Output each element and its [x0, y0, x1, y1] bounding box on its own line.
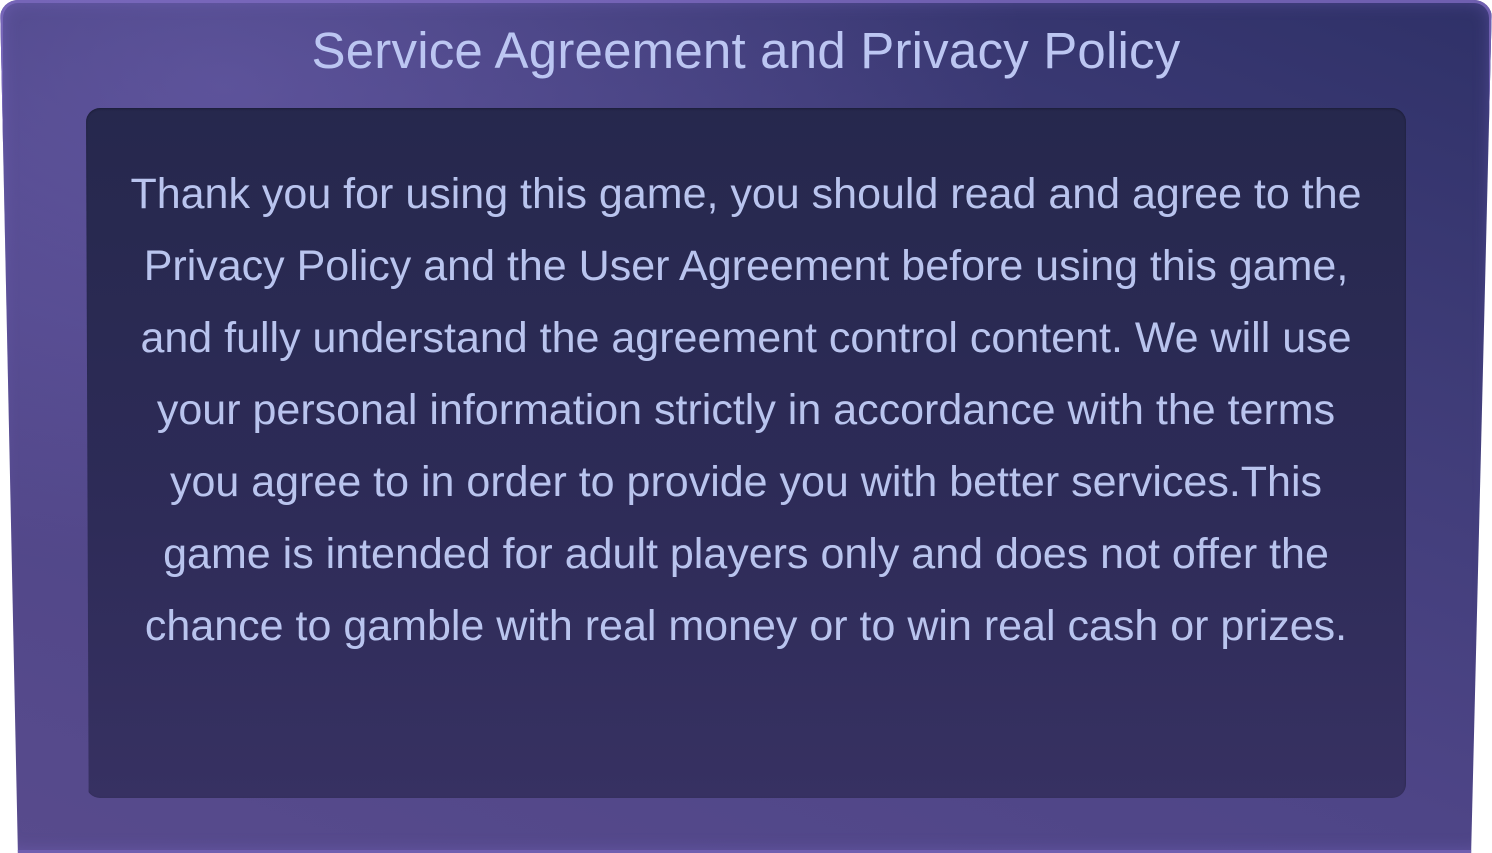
- agreement-body-text: Thank you for using this game, you shoul…: [130, 170, 1362, 650]
- agreement-content-panel[interactable]: Thank you for using this game, you shoul…: [86, 108, 1406, 798]
- dialog-title: Service Agreement and Privacy Policy: [311, 22, 1181, 79]
- agreement-dialog: Service Agreement and Privacy Policy Tha…: [0, 0, 1492, 853]
